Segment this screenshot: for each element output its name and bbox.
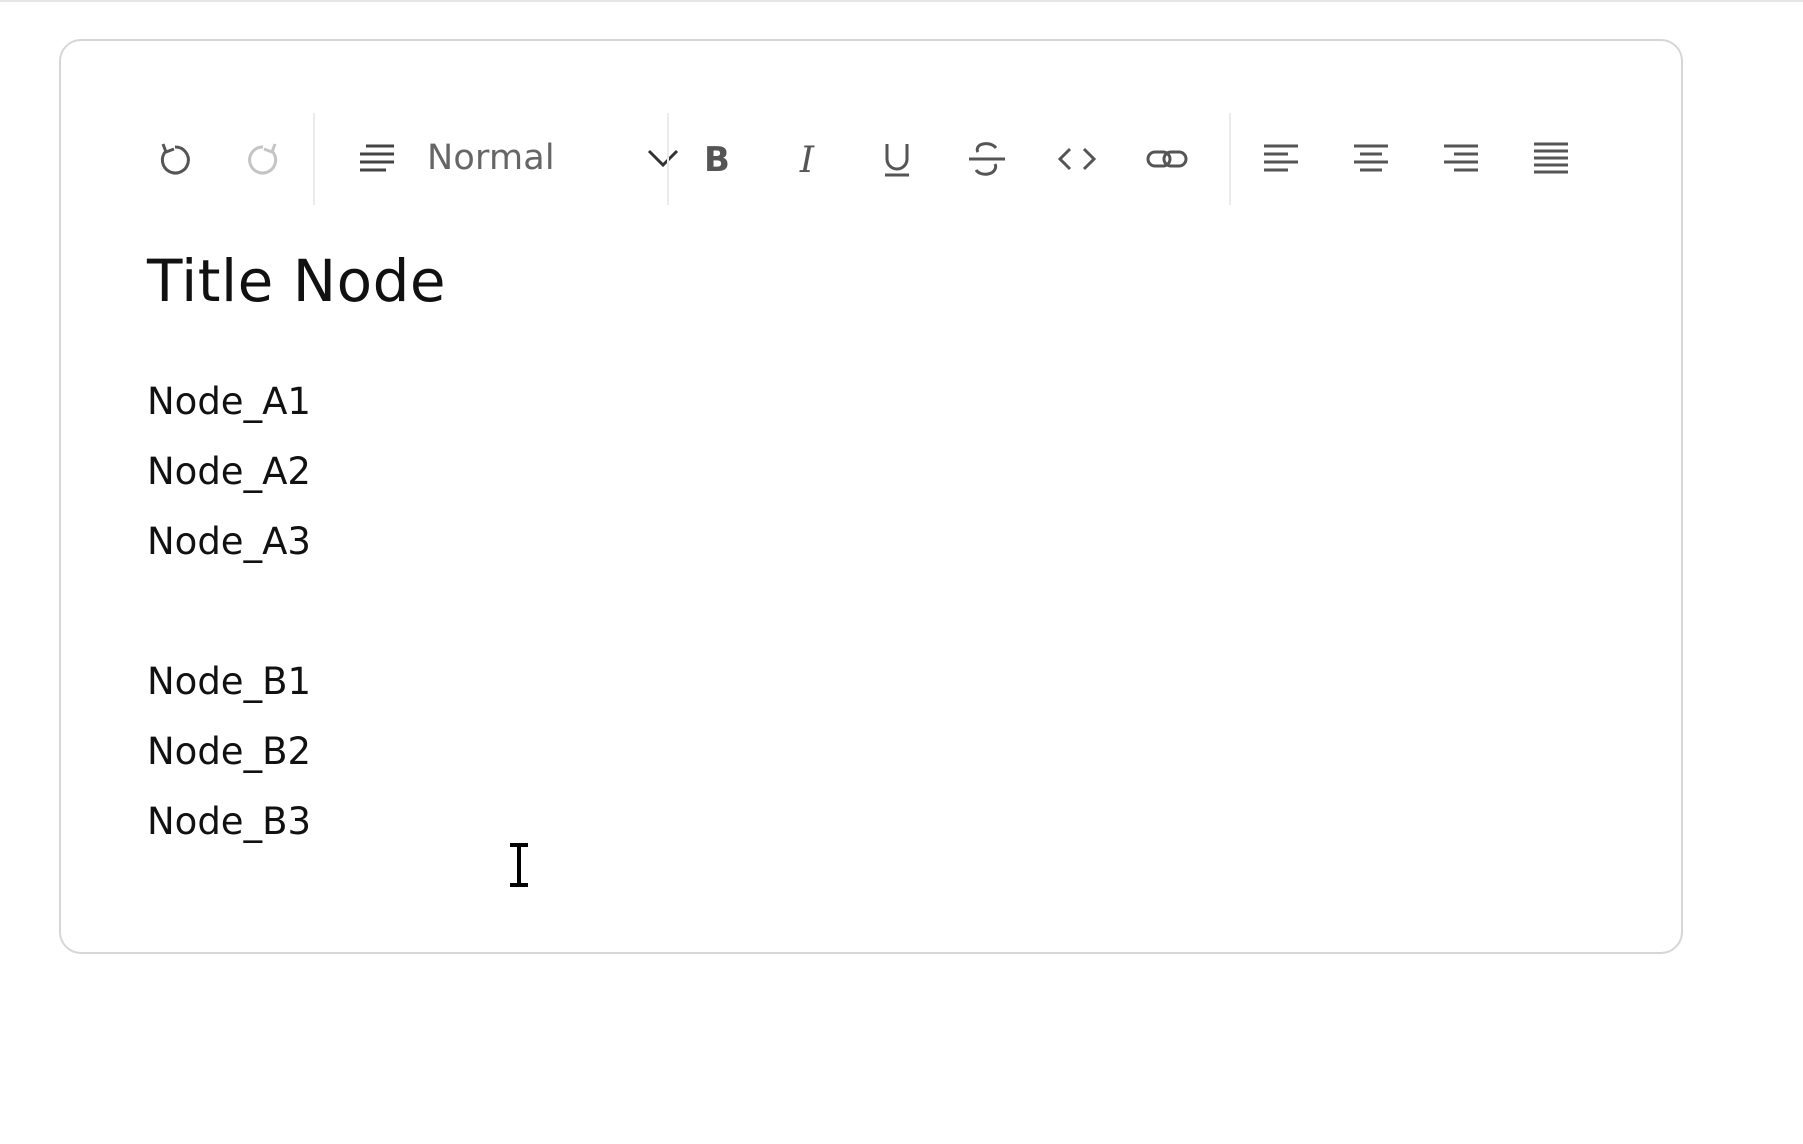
undo-button[interactable] — [147, 131, 203, 187]
underline-button[interactable] — [869, 131, 925, 187]
paragraph[interactable]: Node_B2 — [147, 717, 1621, 787]
align-left-icon — [1264, 144, 1298, 172]
code-button[interactable] — [1049, 131, 1105, 187]
paragraph[interactable]: Node_A1 — [147, 367, 1621, 437]
bold-icon: B — [704, 140, 730, 179]
rich-text-editor: Normal B I Title Node Node_A1 Node_A2 No… — [59, 39, 1683, 954]
toolbar-divider — [313, 113, 315, 205]
paragraph[interactable]: Node_B1 — [147, 647, 1621, 717]
align-right-button[interactable] — [1433, 131, 1489, 187]
code-icon — [1057, 147, 1097, 171]
bold-button[interactable]: B — [689, 131, 745, 187]
link-button[interactable] — [1139, 131, 1195, 187]
paragraph[interactable]: Node_B3 — [147, 787, 1621, 857]
strikethrough-button[interactable] — [959, 131, 1015, 187]
align-justify-icon — [1534, 142, 1568, 174]
document-title[interactable]: Title Node — [147, 241, 1621, 321]
align-left-button[interactable] — [1253, 131, 1309, 187]
italic-icon: I — [799, 140, 815, 179]
paragraph-lines-icon — [349, 130, 405, 186]
chevron-down-icon — [635, 130, 691, 186]
underline-icon — [885, 144, 909, 177]
svg-text:B: B — [704, 140, 730, 179]
paragraph[interactable]: Node_A3 — [147, 507, 1621, 577]
toolbar-divider — [667, 113, 669, 205]
align-center-icon — [1354, 144, 1388, 172]
paragraph[interactable]: Node_A2 — [147, 437, 1621, 507]
empty-paragraph[interactable] — [147, 577, 1621, 647]
redo-icon — [248, 143, 278, 175]
editor-content[interactable]: Title Node Node_A1 Node_A2 Node_A3 Node_… — [147, 241, 1621, 857]
undo-icon — [160, 143, 190, 175]
align-justify-button[interactable] — [1523, 131, 1579, 187]
strikethrough-icon — [969, 142, 1005, 176]
top-border-line — [0, 0, 1803, 2]
block-type-dropdown[interactable]: Normal — [341, 123, 691, 193]
text-cursor-icon — [510, 843, 528, 887]
toolbar-divider — [1229, 113, 1231, 205]
editor-toolbar: Normal B I — [61, 113, 1681, 205]
align-center-button[interactable] — [1343, 131, 1399, 187]
align-right-icon — [1444, 144, 1478, 172]
svg-text:I: I — [799, 140, 815, 179]
redo-button[interactable] — [235, 131, 291, 187]
link-icon — [1146, 150, 1188, 168]
italic-button[interactable]: I — [779, 131, 835, 187]
block-type-label: Normal — [427, 138, 555, 178]
